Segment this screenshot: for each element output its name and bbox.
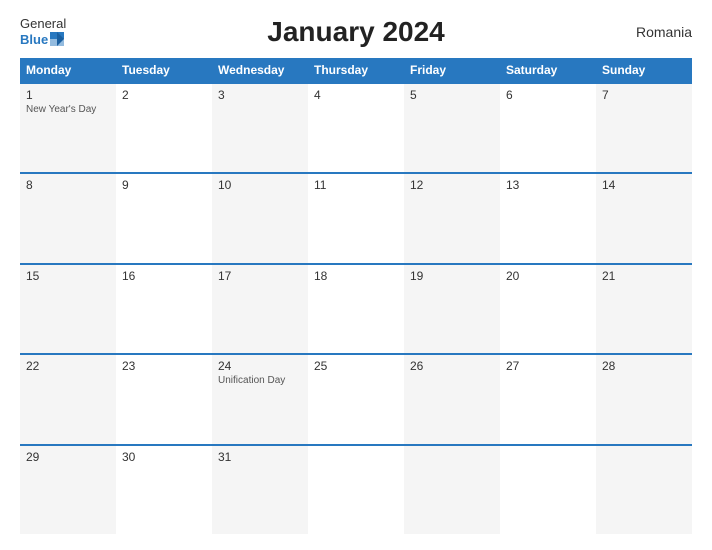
logo-general-text: General xyxy=(20,16,66,32)
calendar-grid: 1New Year's Day2345678910111213141516171… xyxy=(20,82,692,534)
header-sunday: Sunday xyxy=(596,58,692,82)
day-cell-3-4: 18 xyxy=(308,265,404,353)
header-thursday: Thursday xyxy=(308,58,404,82)
day-number: 11 xyxy=(314,178,398,192)
days-header: Monday Tuesday Wednesday Thursday Friday… xyxy=(20,58,692,82)
day-number: 30 xyxy=(122,450,206,464)
day-number: 14 xyxy=(602,178,686,192)
day-number: 7 xyxy=(602,88,686,102)
day-number: 26 xyxy=(410,359,494,373)
day-cell-2-7: 14 xyxy=(596,174,692,262)
day-number: 18 xyxy=(314,269,398,283)
day-number: 19 xyxy=(410,269,494,283)
day-cell-5-4 xyxy=(308,446,404,534)
header-friday: Friday xyxy=(404,58,500,82)
day-number: 8 xyxy=(26,178,110,192)
day-number: 4 xyxy=(314,88,398,102)
day-cell-3-6: 20 xyxy=(500,265,596,353)
day-cell-5-3: 31 xyxy=(212,446,308,534)
day-number: 2 xyxy=(122,88,206,102)
day-number: 24 xyxy=(218,359,302,373)
day-number: 5 xyxy=(410,88,494,102)
day-cell-5-5 xyxy=(404,446,500,534)
day-number: 10 xyxy=(218,178,302,192)
week-row-4: 22 23 24 Unification Day 25 26 27 28 xyxy=(20,353,692,443)
calendar-header: General Blue January 2024 Romania xyxy=(20,16,692,48)
day-number: 6 xyxy=(506,88,590,102)
day-cell-1-4: 4 xyxy=(308,84,404,172)
day-cell-3-2: 16 xyxy=(116,265,212,353)
day-number: 25 xyxy=(314,359,398,373)
country-label: Romania xyxy=(636,24,692,40)
day-cell-4-5: 26 xyxy=(404,355,500,443)
day-cell-2-1: 8 xyxy=(20,174,116,262)
day-number: 20 xyxy=(506,269,590,283)
day-cell-2-5: 12 xyxy=(404,174,500,262)
day-number: 22 xyxy=(26,359,110,373)
header-tuesday: Tuesday xyxy=(116,58,212,82)
calendar-container: General Blue January 2024 Romania Monday… xyxy=(0,0,712,550)
day-cell-1-5: 5 xyxy=(404,84,500,172)
logo: General Blue xyxy=(20,16,66,47)
day-number: 31 xyxy=(218,450,302,464)
day-cell-2-4: 11 xyxy=(308,174,404,262)
day-cell-5-6 xyxy=(500,446,596,534)
day-number: 16 xyxy=(122,269,206,283)
day-cell-5-7 xyxy=(596,446,692,534)
holiday-label: Unification Day xyxy=(218,375,302,386)
day-cell-4-6: 27 xyxy=(500,355,596,443)
day-number: 15 xyxy=(26,269,110,283)
logo-blue-text: Blue xyxy=(20,32,64,48)
day-cell-3-1: 15 xyxy=(20,265,116,353)
day-number: 13 xyxy=(506,178,590,192)
logo-flag-icon xyxy=(50,32,64,46)
day-cell-2-6: 13 xyxy=(500,174,596,262)
day-cell-4-1: 22 xyxy=(20,355,116,443)
day-cell-1-6: 6 xyxy=(500,84,596,172)
header-wednesday: Wednesday xyxy=(212,58,308,82)
day-cell-3-7: 21 xyxy=(596,265,692,353)
day-cell-1-1: 1 New Year's Day xyxy=(20,84,116,172)
day-cell-1-7: 7 xyxy=(596,84,692,172)
day-number: 27 xyxy=(506,359,590,373)
day-number: 28 xyxy=(602,359,686,373)
day-cell-4-2: 23 xyxy=(116,355,212,443)
day-number: 12 xyxy=(410,178,494,192)
day-number: 17 xyxy=(218,269,302,283)
day-number: 23 xyxy=(122,359,206,373)
day-cell-3-5: 19 xyxy=(404,265,500,353)
day-number: 29 xyxy=(26,450,110,464)
day-number: 21 xyxy=(602,269,686,283)
week-row-5: 29 30 31 xyxy=(20,444,692,534)
calendar-title: January 2024 xyxy=(267,16,444,48)
day-cell-2-2: 9 xyxy=(116,174,212,262)
day-cell-4-7: 28 xyxy=(596,355,692,443)
week-row-3: 15 16 17 18 19 20 21 xyxy=(20,263,692,353)
day-cell-1-2: 2 xyxy=(116,84,212,172)
holiday-label: New Year's Day xyxy=(26,104,110,115)
day-cell-5-1: 29 xyxy=(20,446,116,534)
day-number: 9 xyxy=(122,178,206,192)
week-row-1: 1 New Year's Day 234567 xyxy=(20,82,692,172)
day-cell-5-2: 30 xyxy=(116,446,212,534)
header-monday: Monday xyxy=(20,58,116,82)
day-cell-1-3: 3 xyxy=(212,84,308,172)
day-cell-4-3: 24 Unification Day xyxy=(212,355,308,443)
day-number: 3 xyxy=(218,88,302,102)
week-row-2: 89 10 11 12 13 14 xyxy=(20,172,692,262)
day-number: 1 xyxy=(26,88,110,102)
day-cell-4-4: 25 xyxy=(308,355,404,443)
day-cell-2-3: 10 xyxy=(212,174,308,262)
day-cell-3-3: 17 xyxy=(212,265,308,353)
header-saturday: Saturday xyxy=(500,58,596,82)
